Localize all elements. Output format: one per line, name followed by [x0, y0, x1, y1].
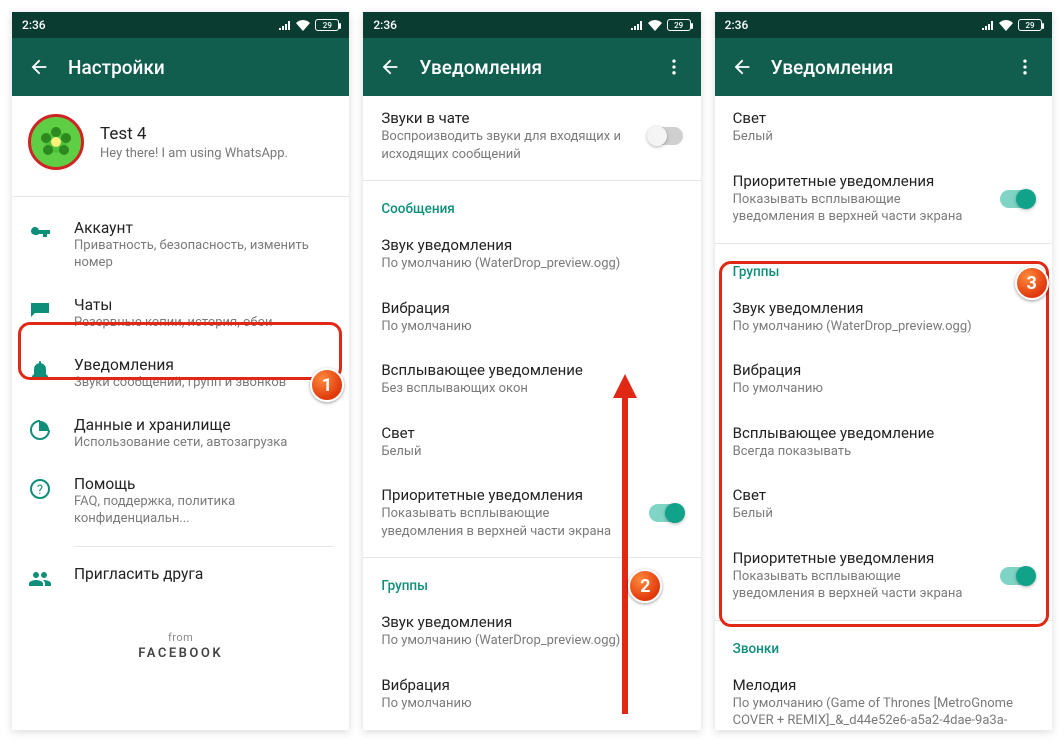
- back-button[interactable]: [18, 46, 60, 88]
- battery-icon: 29: [1018, 19, 1042, 31]
- setting-msg-priority[interactable]: Приоритетные уведомления Показывать вспл…: [363, 473, 700, 553]
- appbar: Настройки: [12, 38, 349, 96]
- signal-icon: [279, 20, 291, 30]
- appbar-title: Уведомления: [411, 56, 652, 79]
- from-label: from: [12, 631, 349, 644]
- setting-call-melody[interactable]: Мелодия По умолчанию (Game of Thrones [M…: [715, 663, 1052, 730]
- section-calls: Звонки: [715, 625, 1052, 663]
- battery-icon: 29: [315, 19, 339, 31]
- facebook-label: FACEBOOK: [12, 646, 349, 661]
- appbar-title: Уведомления: [763, 56, 1004, 79]
- status-icons: 29: [631, 19, 691, 31]
- menu-data-storage[interactable]: Данные и хранилищеИспользование сети, ав…: [12, 404, 349, 464]
- section-groups: Группы: [715, 248, 1052, 286]
- setting-chat-sounds[interactable]: Звуки в чате Воспроизводить звуки для вх…: [363, 96, 700, 176]
- data-icon: [28, 418, 52, 442]
- status-time: 2:36: [373, 18, 397, 32]
- statusbar: 2:36 29: [715, 12, 1052, 38]
- appbar-title: Настройки: [60, 56, 343, 79]
- phone-screen-3: 2:36 29 Уведомления Свет Белый Приоритет…: [715, 12, 1052, 730]
- setting-msg-popup[interactable]: Всплывающее уведомление Без всплывающих …: [363, 348, 700, 411]
- setting-grp-sound[interactable]: Звук уведомления По умолчанию (WaterDrop…: [715, 286, 1052, 349]
- menu-notifications[interactable]: УведомленияЗвуки сообщений, групп и звон…: [12, 344, 349, 404]
- setting-grp-popup[interactable]: Всплывающее уведомление Всегда показыват…: [715, 411, 1052, 474]
- status-icons: 29: [982, 19, 1042, 31]
- toggle-msg-priority[interactable]: [1000, 190, 1034, 208]
- statusbar: 2:36 29: [12, 12, 349, 38]
- wifi-icon: [296, 20, 310, 31]
- avatar: [28, 114, 84, 170]
- appbar: Уведомления: [363, 38, 700, 96]
- profile-row[interactable]: Test 4 Hey there! I am using WhatsApp.: [12, 96, 349, 192]
- battery-icon: 29: [667, 19, 691, 31]
- section-messages: Сообщения: [363, 185, 700, 223]
- chat-icon: [28, 298, 52, 322]
- status-time: 2:36: [22, 18, 46, 32]
- setting-msg-light[interactable]: Свет Белый: [715, 96, 1052, 159]
- setting-grp-vibrate[interactable]: Вибрация По умолчанию: [363, 663, 700, 726]
- phone-screen-1: 2:36 29 Настройки Test 4 Hey there! I am…: [12, 12, 349, 730]
- setting-grp-sound[interactable]: Звук уведомления По умолчанию (WaterDrop…: [363, 600, 700, 663]
- back-button[interactable]: [369, 46, 411, 88]
- section-groups: Группы: [363, 562, 700, 600]
- toggle-msg-priority[interactable]: [649, 504, 683, 522]
- wifi-icon: [648, 20, 662, 31]
- setting-msg-vibrate[interactable]: Вибрация По умолчанию: [363, 286, 700, 349]
- svg-text:?: ?: [37, 483, 43, 498]
- toggle-grp-priority[interactable]: [1000, 567, 1034, 585]
- menu-help[interactable]: ? ПомощьFAQ, поддержка, политика конфиде…: [12, 463, 349, 540]
- status-icons: 29: [279, 19, 339, 31]
- help-icon: ?: [28, 477, 52, 501]
- profile-name: Test 4: [100, 124, 333, 144]
- toggle-chat-sounds[interactable]: [649, 127, 683, 145]
- profile-status: Hey there! I am using WhatsApp.: [100, 146, 333, 161]
- overflow-menu[interactable]: [653, 46, 695, 88]
- setting-msg-priority[interactable]: Приоритетные уведомления Показывать вспл…: [715, 159, 1052, 239]
- overflow-menu[interactable]: [1004, 46, 1046, 88]
- setting-msg-light[interactable]: Свет Белый: [363, 411, 700, 474]
- status-time: 2:36: [725, 18, 749, 32]
- setting-grp-light[interactable]: Свет Белый: [715, 473, 1052, 536]
- signal-icon: [982, 20, 994, 30]
- setting-grp-vibrate[interactable]: Вибрация По умолчанию: [715, 348, 1052, 411]
- notifications-content[interactable]: Звуки в чате Воспроизводить звуки для вх…: [363, 96, 700, 730]
- statusbar: 2:36 29: [363, 12, 700, 38]
- menu-chats[interactable]: ЧатыРезервные копии, история, обои: [12, 284, 349, 344]
- people-icon: [28, 567, 52, 591]
- menu-account[interactable]: АккаунтПриватность, безопасность, измени…: [12, 207, 349, 284]
- wifi-icon: [999, 20, 1013, 31]
- setting-msg-sound[interactable]: Звук уведомления По умолчанию (WaterDrop…: [363, 223, 700, 286]
- signal-icon: [631, 20, 643, 30]
- key-icon: [28, 221, 52, 245]
- settings-content: Test 4 Hey there! I am using WhatsApp. А…: [12, 96, 349, 730]
- menu-invite[interactable]: Пригласить друга: [12, 553, 349, 603]
- bell-icon: [28, 358, 52, 382]
- setting-grp-priority[interactable]: Приоритетные уведомления Показывать вспл…: [715, 536, 1052, 616]
- appbar: Уведомления: [715, 38, 1052, 96]
- back-button[interactable]: [721, 46, 763, 88]
- notifications-content-scrolled[interactable]: Свет Белый Приоритетные уведомления Пока…: [715, 96, 1052, 730]
- phone-screen-2: 2:36 29 Уведомления Звуки в чате Воспрои…: [363, 12, 700, 730]
